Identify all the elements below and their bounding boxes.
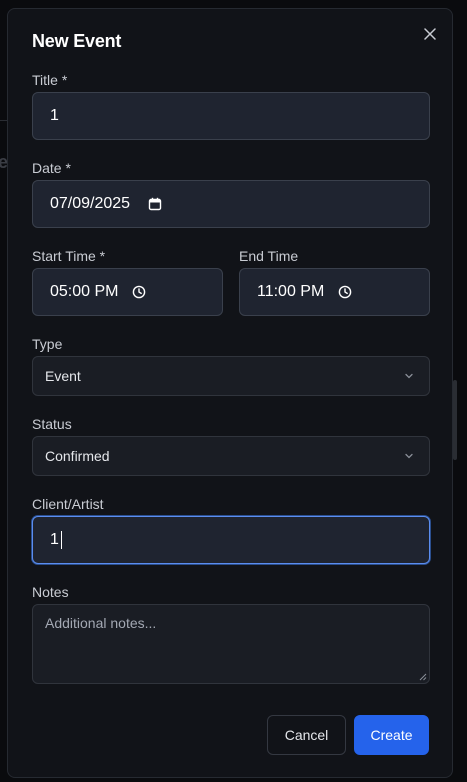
date-label: Date * bbox=[32, 160, 71, 176]
start-time-input[interactable]: 05:00 PM bbox=[32, 268, 223, 316]
start-time-label: Start Time * bbox=[32, 248, 106, 264]
clock-icon[interactable] bbox=[338, 285, 352, 299]
new-event-dialog: New Event Title * 1 Date * 07/09/2025 St… bbox=[7, 8, 453, 778]
resize-handle-icon[interactable] bbox=[419, 673, 427, 681]
cancel-button[interactable]: Cancel bbox=[267, 715, 346, 755]
end-time-input[interactable]: 11:00 PM bbox=[239, 268, 430, 316]
dialog-title: New Event bbox=[32, 31, 122, 51]
notes-textarea[interactable]: Additional notes... bbox=[32, 604, 430, 684]
date-input[interactable]: 07/09/2025 bbox=[32, 180, 430, 228]
date-value: 07/09/2025 bbox=[50, 195, 131, 212]
clock-icon[interactable] bbox=[132, 285, 146, 299]
chevron-down-icon bbox=[405, 373, 413, 379]
type-select[interactable]: Event bbox=[32, 356, 430, 396]
background-scrollbar bbox=[453, 380, 457, 460]
calendar-icon[interactable] bbox=[148, 197, 162, 211]
status-value: Confirmed bbox=[45, 448, 110, 464]
title-input[interactable]: 1 bbox=[32, 92, 430, 140]
create-button[interactable]: Create bbox=[354, 715, 429, 755]
type-value: Event bbox=[45, 368, 81, 384]
end-time-value: 11:00 PM bbox=[257, 283, 325, 300]
title-value: 1 bbox=[50, 107, 59, 124]
background-divider bbox=[0, 120, 7, 121]
close-icon bbox=[424, 28, 436, 40]
client-artist-input[interactable]: 1 bbox=[32, 516, 430, 564]
chevron-down-icon bbox=[405, 453, 413, 459]
status-select[interactable]: Confirmed bbox=[32, 436, 430, 476]
client-artist-value: 1 bbox=[50, 531, 59, 548]
start-time-value: 05:00 PM bbox=[50, 283, 119, 300]
status-label: Status bbox=[32, 416, 72, 432]
text-caret bbox=[60, 531, 62, 549]
close-button[interactable] bbox=[420, 24, 440, 44]
type-label: Type bbox=[32, 336, 63, 352]
client-artist-label: Client/Artist bbox=[32, 496, 104, 512]
title-label: Title * bbox=[32, 72, 68, 88]
notes-placeholder: Additional notes... bbox=[45, 615, 157, 631]
end-time-label: End Time bbox=[239, 248, 299, 264]
notes-label: Notes bbox=[32, 584, 69, 600]
